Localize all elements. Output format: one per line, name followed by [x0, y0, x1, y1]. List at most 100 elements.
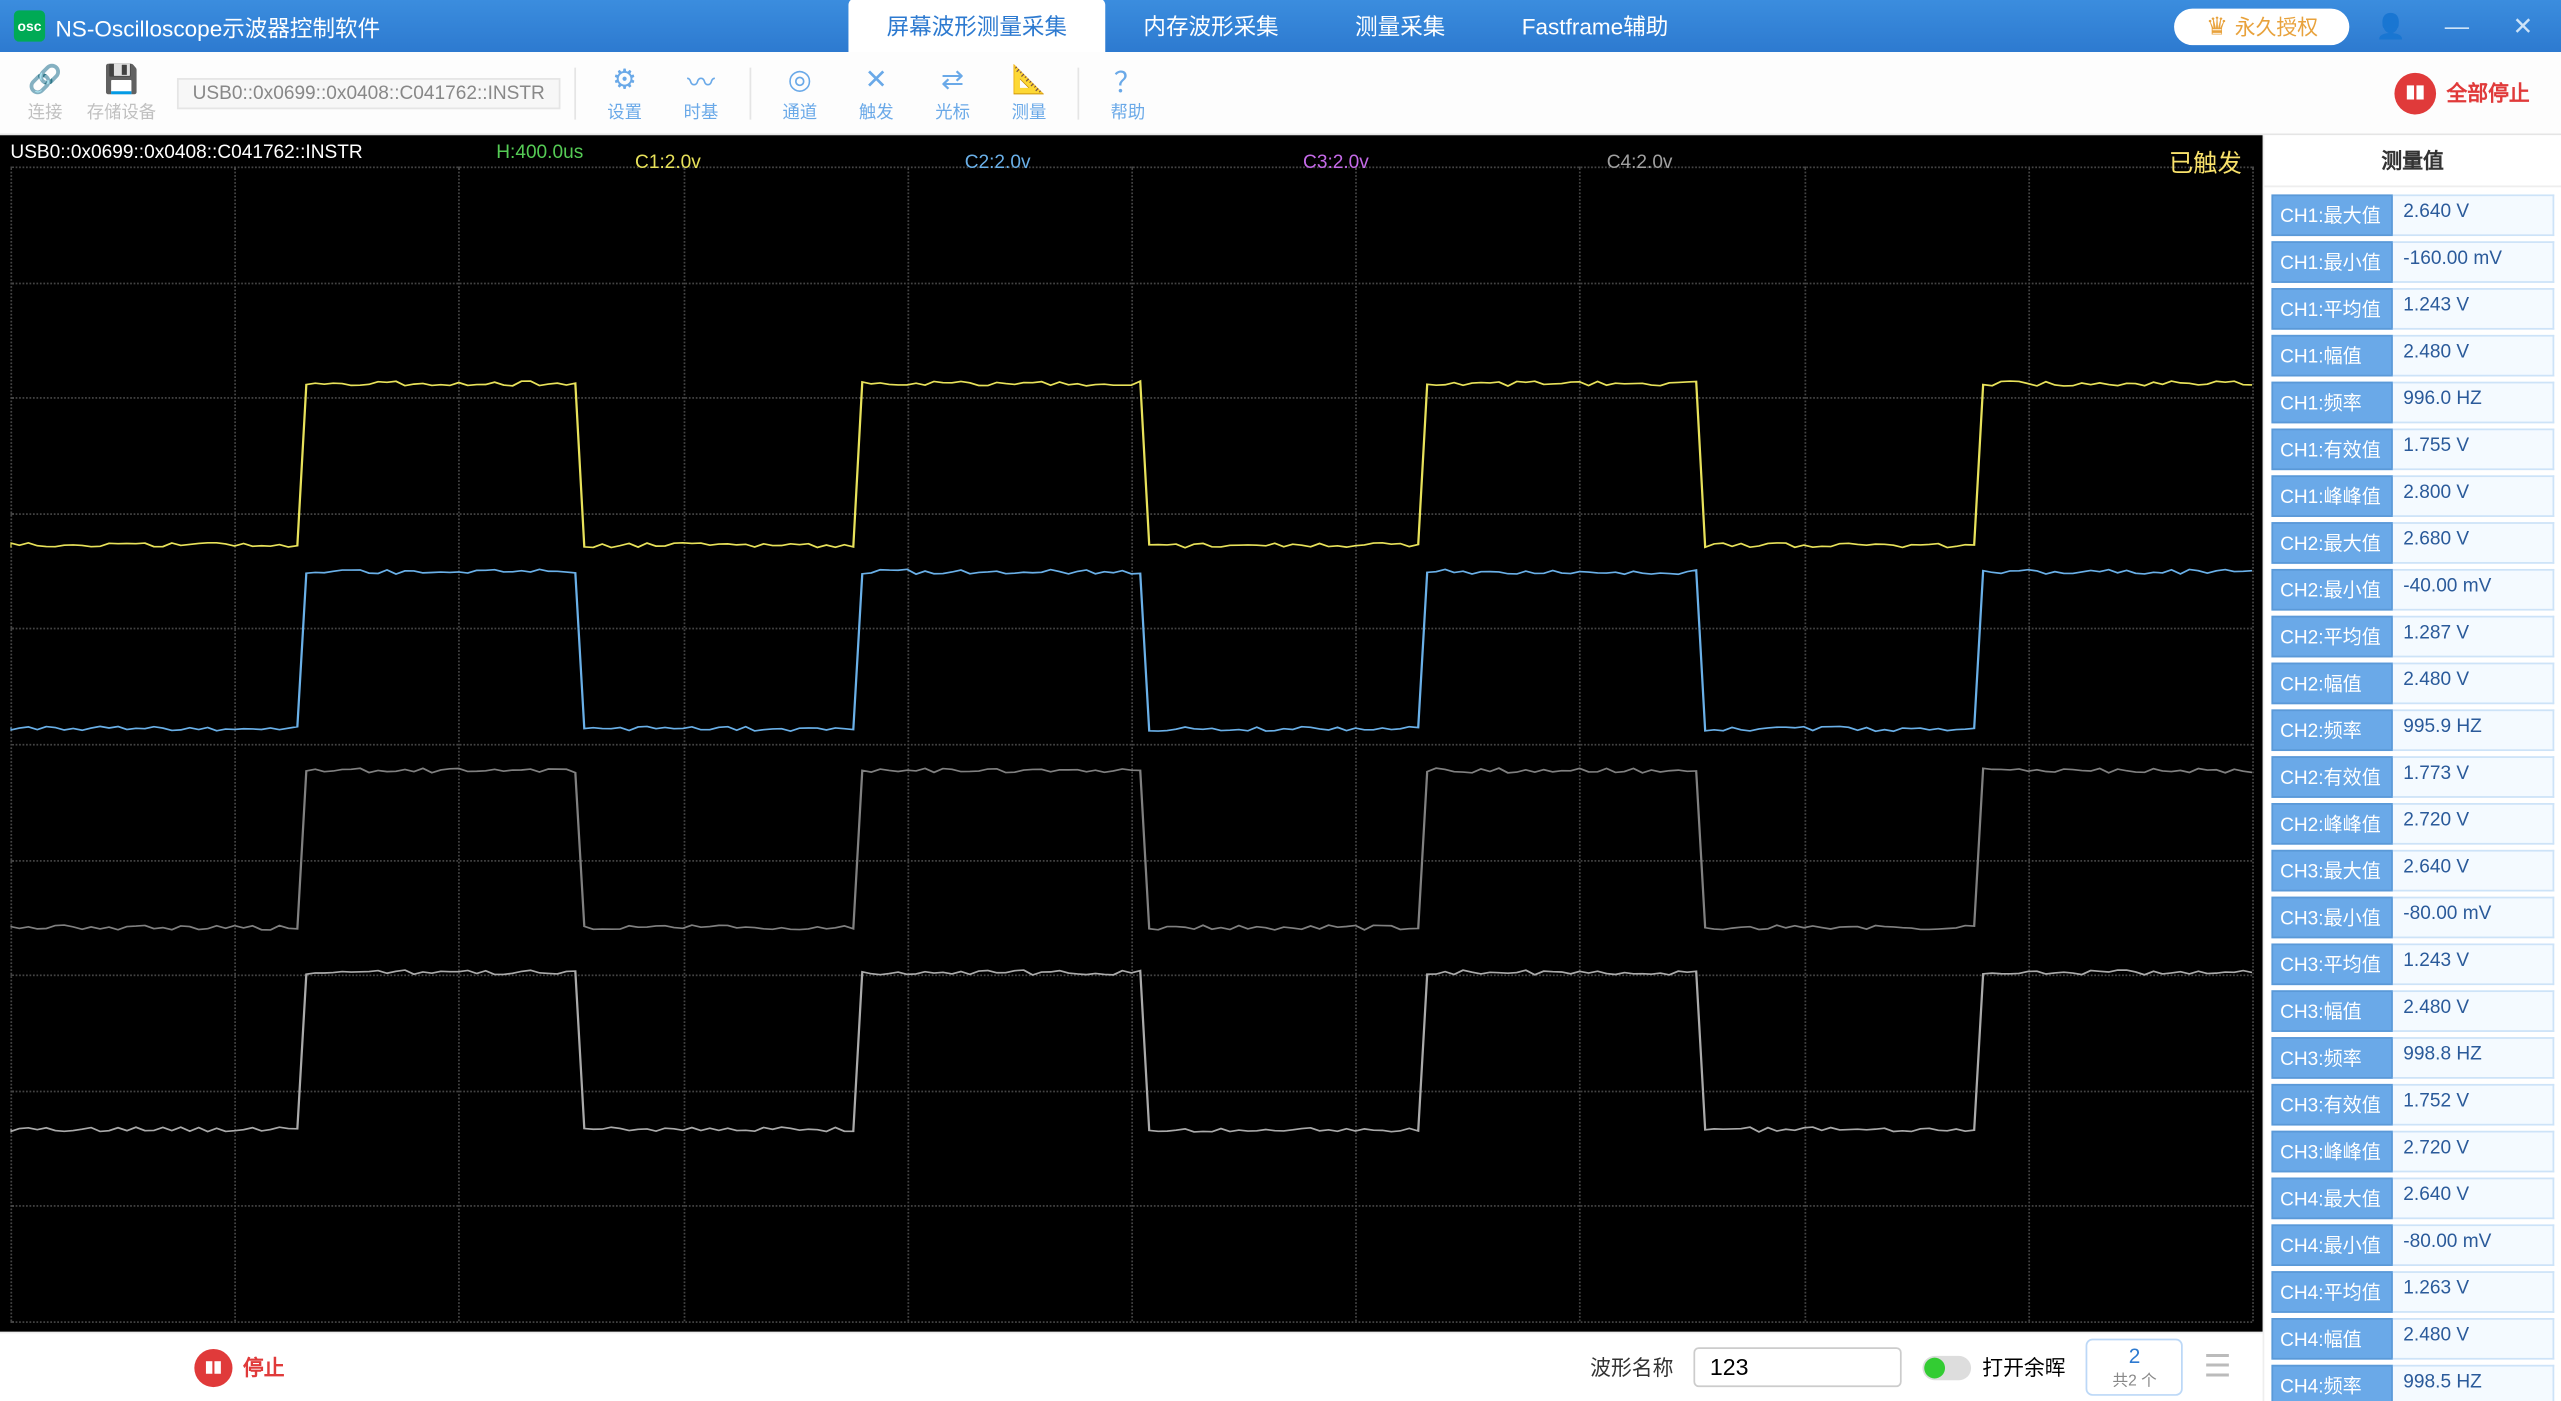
trigger-button[interactable]: ✕触发 — [842, 55, 911, 131]
help-label: 帮助 — [1110, 97, 1145, 123]
stop-button[interactable]: ▮▮停止 — [194, 1348, 284, 1386]
measurement-value: 996.0 HZ — [2393, 381, 2554, 423]
main-tab-3[interactable]: Fastframe辅助 — [1484, 0, 1707, 52]
measurements-panel: 测量值 CH1:最大值2.640 VCH1:最小值-160.00 mVCH1:平… — [2263, 135, 2561, 1401]
gear-icon: ⚙ — [612, 62, 637, 97]
separator — [1078, 67, 1080, 119]
persistence-toggle[interactable]: 打开余晖 — [1923, 1352, 2065, 1381]
measurement-row: CH2:最小值-40.00 mV — [2271, 569, 2554, 611]
trigger-label: 触发 — [859, 97, 894, 123]
measurement-row: CH4:最小值-80.00 mV — [2271, 1224, 2554, 1266]
measurement-key: CH1:最大值 — [2271, 194, 2392, 236]
measurements-list: CH1:最大值2.640 VCH1:最小值-160.00 mVCH1:平均值1.… — [2264, 187, 2561, 1401]
measurement-row: CH3:最小值-80.00 mV — [2271, 896, 2554, 938]
app-logo-icon: osc — [14, 10, 45, 41]
close-button[interactable]: ✕ — [2499, 11, 2548, 40]
separator — [750, 67, 752, 119]
measurement-key: CH1:最小值 — [2271, 241, 2392, 283]
minimize-button[interactable]: — — [2433, 12, 2482, 40]
measurement-key: CH4:幅值 — [2271, 1318, 2392, 1360]
measurement-key: CH2:有效值 — [2271, 756, 2392, 798]
measurement-value: 998.5 HZ — [2393, 1365, 2554, 1401]
main-tabs: 屏幕波形测量采集内存波形采集测量采集Fastframe辅助 — [848, 0, 1706, 52]
page-current: 2 — [2112, 1344, 2156, 1368]
settings-button[interactable]: ⚙设置 — [590, 55, 659, 131]
license-badge[interactable]: ♛永久授权 — [2175, 8, 2350, 44]
measurement-value: 2.640 V — [2393, 850, 2554, 892]
measurement-row: CH2:峰峰值2.720 V — [2271, 803, 2554, 845]
measurement-row: CH3:有效值1.752 V — [2271, 1084, 2554, 1126]
measurement-row: CH2:有效值1.773 V — [2271, 756, 2554, 798]
pause-icon: ▮▮ — [194, 1348, 232, 1386]
measure-button[interactable]: 📐测量 — [994, 55, 1063, 131]
page-indicator[interactable]: 2 共2 个 — [2086, 1339, 2182, 1396]
instrument-address: USB0::0x0699::0x0408::C041762::INSTR — [177, 77, 560, 108]
measurement-value: 2.480 V — [2393, 335, 2554, 377]
storage-button[interactable]: 💾存储设备 — [87, 55, 156, 131]
measurement-value: 2.680 V — [2393, 522, 2554, 564]
timebase-icon: 〰 — [687, 62, 715, 97]
waveform-name-input[interactable] — [1694, 1347, 1902, 1387]
measurement-key: CH4:平均值 — [2271, 1271, 2392, 1313]
waveform-name-label: 波形名称 — [1590, 1352, 1673, 1381]
measure-icon: 📐 — [1012, 62, 1047, 97]
list-icon[interactable]: ☰ — [2204, 1348, 2242, 1386]
toolbar: 🔗连接 💾存储设备 USB0::0x0699::0x0408::C041762:… — [0, 52, 2561, 135]
measurement-row: CH1:最小值-160.00 mV — [2271, 241, 2554, 283]
measurement-row: CH4:平均值1.263 V — [2271, 1271, 2554, 1313]
measurement-key: CH4:最大值 — [2271, 1177, 2392, 1219]
measurement-row: CH4:频率998.5 HZ — [2271, 1365, 2554, 1401]
measurement-key: CH2:最大值 — [2271, 522, 2392, 564]
app-title: NS-Oscilloscope示波器控制软件 — [56, 10, 381, 43]
measurement-row: CH2:平均值1.287 V — [2271, 616, 2554, 658]
channel-label-2: C2:2.0v — [965, 153, 1031, 174]
measurement-key: CH3:有效值 — [2271, 1084, 2392, 1126]
main-tab-2[interactable]: 测量采集 — [1317, 0, 1484, 52]
measurement-row: CH1:峰峰值2.800 V — [2271, 475, 2554, 517]
measurement-key: CH2:峰峰值 — [2271, 803, 2392, 845]
cursor-label: 光标 — [935, 97, 970, 123]
measurement-key: CH1:频率 — [2271, 381, 2392, 423]
settings-label: 设置 — [607, 97, 642, 123]
measurement-row: CH3:平均值1.243 V — [2271, 943, 2554, 985]
oscilloscope-display[interactable]: USB0::0x0699::0x0408::C041762::INSTR H:4… — [0, 135, 2263, 1331]
help-button[interactable]: ？帮助 — [1093, 55, 1162, 131]
measurement-row: CH1:有效值1.755 V — [2271, 428, 2554, 470]
measurement-key: CH2:频率 — [2271, 709, 2392, 751]
toggle-switch-icon — [1923, 1355, 1972, 1379]
measurement-row: CH4:幅值2.480 V — [2271, 1318, 2554, 1360]
stop-all-button[interactable]: ▮▮全部停止 — [2394, 72, 2529, 114]
measurement-value: 2.480 V — [2393, 662, 2554, 704]
measurement-row: CH2:幅值2.480 V — [2271, 662, 2554, 704]
timebase-label: 时基 — [684, 97, 719, 123]
persistence-label: 打开余晖 — [1982, 1352, 2065, 1381]
measurement-value: -80.00 mV — [2393, 896, 2554, 938]
measure-label: 测量 — [1012, 97, 1047, 123]
measurement-key: CH3:幅值 — [2271, 990, 2392, 1032]
channel-button[interactable]: ◎通道 — [765, 55, 834, 131]
connect-button[interactable]: 🔗连接 — [10, 55, 79, 131]
measurement-value: 2.480 V — [2393, 990, 2554, 1032]
user-icon[interactable]: 👤 — [2367, 11, 2416, 40]
measurement-row: CH3:幅值2.480 V — [2271, 990, 2554, 1032]
measurement-row: CH3:频率998.8 HZ — [2271, 1037, 2554, 1079]
trigger-icon: ✕ — [865, 62, 888, 97]
measurement-key: CH3:峰峰值 — [2271, 1131, 2392, 1173]
measurement-row: CH4:最大值2.640 V — [2271, 1177, 2554, 1219]
channel-icon: ◎ — [788, 62, 812, 97]
measurement-value: 995.9 HZ — [2393, 709, 2554, 751]
license-label: 永久授权 — [2235, 11, 2318, 40]
connect-label: 连接 — [28, 97, 63, 123]
measurement-key: CH1:平均值 — [2271, 288, 2392, 330]
cursor-button[interactable]: ⇄光标 — [918, 55, 987, 131]
measurement-key: CH3:频率 — [2271, 1037, 2392, 1079]
main-tab-1[interactable]: 内存波形采集 — [1105, 0, 1317, 52]
timebase-button[interactable]: 〰时基 — [666, 55, 735, 131]
channel-label-4: C4:2.0v — [1607, 153, 1673, 174]
main-tab-0[interactable]: 屏幕波形测量采集 — [848, 0, 1105, 52]
measurement-key: CH4:频率 — [2271, 1365, 2392, 1401]
measurement-key: CH2:幅值 — [2271, 662, 2392, 704]
measurement-row: CH1:幅值2.480 V — [2271, 335, 2554, 377]
measurement-key: CH4:最小值 — [2271, 1224, 2392, 1266]
scope-address: USB0::0x0699::0x0408::C041762::INSTR — [10, 142, 362, 163]
